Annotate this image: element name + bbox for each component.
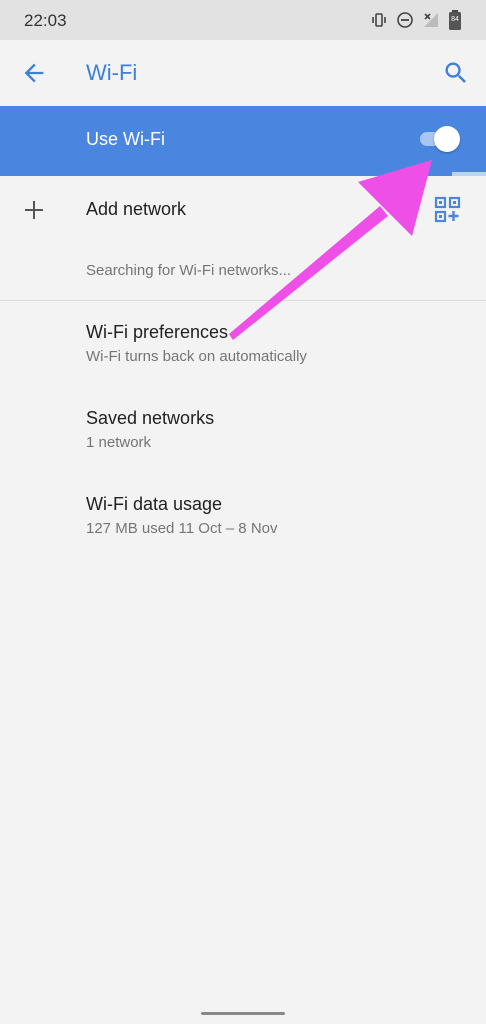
use-wifi-label: Use Wi-Fi: [86, 129, 165, 149]
do-not-disturb-icon: [396, 11, 414, 29]
wifi-preferences-item[interactable]: Wi-Fi preferences Wi-Fi turns back on au…: [0, 322, 486, 396]
saved-networks-subtitle: 1 network: [86, 434, 152, 451]
back-arrow-icon: [24, 63, 44, 83]
wifi-data-usage-subtitle: 127 MB used 11 Oct – 8 Nov: [86, 520, 278, 537]
use-wifi-row[interactable]: Use Wi-Fi: [0, 106, 486, 172]
scan-progress-fill: [0, 172, 452, 176]
searching-status: Searching for Wi-Fi networks...: [86, 262, 292, 279]
plus-icon: [22, 198, 46, 222]
battery-icon: 84: [448, 10, 462, 30]
status-bar: 22:03 84: [0, 0, 486, 40]
battery-level: 84: [451, 16, 459, 23]
wifi-data-usage-title: Wi-Fi data usage: [86, 494, 223, 514]
no-signal-icon: [422, 11, 440, 29]
gesture-nav-handle[interactable]: [201, 1012, 285, 1015]
wifi-data-usage-item[interactable]: Wi-Fi data usage 127 MB used 11 Oct – 8 …: [0, 494, 486, 568]
app-bar: Wi-Fi: [0, 40, 486, 106]
scan-progress-bar: [0, 172, 486, 176]
saved-networks-item[interactable]: Saved networks 1 network: [0, 408, 486, 482]
qr-code-add-icon[interactable]: [434, 196, 462, 224]
add-network-label: Add network: [86, 199, 187, 219]
add-network-row[interactable]: Add network: [0, 182, 486, 238]
search-button[interactable]: [442, 59, 470, 87]
wifi-preferences-title: Wi-Fi preferences: [86, 322, 229, 342]
wifi-preferences-subtitle: Wi-Fi turns back on automatically: [86, 348, 307, 365]
page-title: Wi-Fi: [86, 60, 138, 85]
toggle-thumb: [434, 126, 460, 152]
wifi-toggle-switch[interactable]: [420, 126, 460, 152]
status-icons: 84: [370, 10, 462, 30]
section-divider: [0, 300, 486, 301]
vibrate-icon: [370, 11, 388, 29]
status-time: 22:03: [24, 11, 67, 30]
saved-networks-title: Saved networks: [86, 408, 215, 428]
back-button[interactable]: [20, 59, 48, 87]
search-icon: [445, 62, 466, 83]
